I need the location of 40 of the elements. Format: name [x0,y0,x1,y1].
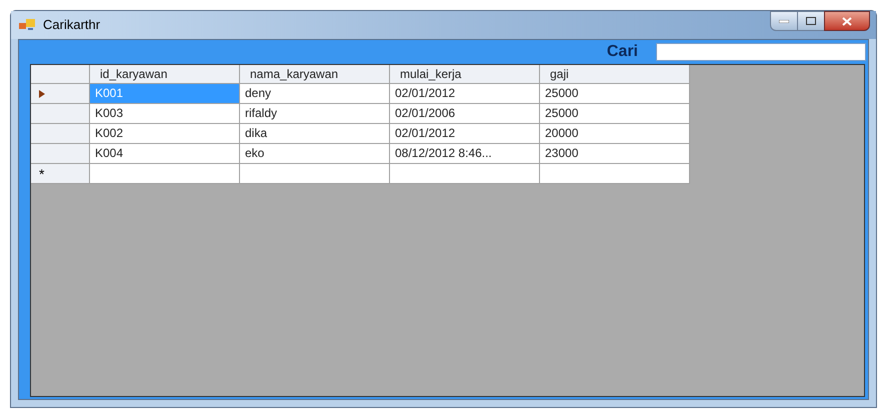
close-button[interactable] [824,11,870,31]
close-icon [842,16,852,26]
table-cell[interactable] [390,164,540,184]
current-row-icon [39,90,45,98]
minimize-button[interactable] [770,11,798,31]
table-cell[interactable] [90,164,240,184]
search-label: Cari [606,42,638,62]
table-cell[interactable]: 23000 [540,144,690,164]
column-header[interactable]: nama_karyawan [240,65,390,84]
table-cell[interactable]: 25000 [540,104,690,124]
table-cell[interactable]: K003 [90,104,240,124]
row-header[interactable] [31,124,90,144]
maximize-button[interactable] [798,11,824,31]
table-cell[interactable]: dika [240,124,390,144]
row-header[interactable] [31,144,90,164]
table-cell[interactable] [540,164,690,184]
window-title: Carikarthr [43,16,100,34]
table-cell[interactable]: 20000 [540,124,690,144]
row-header[interactable] [31,84,90,104]
table-cell[interactable]: 02/01/2012 [390,84,540,104]
table-cell[interactable]: 25000 [540,84,690,104]
table-cell[interactable]: K002 [90,124,240,144]
column-header[interactable]: gaji [540,65,690,84]
search-field[interactable] [656,43,866,61]
row-header[interactable]: * [31,164,90,184]
table-cell[interactable]: eko [240,144,390,164]
maximize-icon [806,17,816,25]
app-icon [19,19,35,31]
table-cell[interactable]: K004 [90,144,240,164]
table-cell[interactable]: rifaldy [240,104,390,124]
table-cell[interactable]: 02/01/2012 [390,124,540,144]
table-cell[interactable]: 08/12/2012 8:46... [390,144,540,164]
table-cell[interactable]: deny [240,84,390,104]
minimize-icon [779,20,789,22]
table-cell[interactable] [240,164,390,184]
row-header[interactable] [31,104,90,124]
column-header[interactable]: mulai_kerja [390,65,540,84]
column-header[interactable]: id_karyawan [90,65,240,84]
table-cell[interactable]: 02/01/2006 [390,104,540,124]
new-row-marker: * [39,166,44,180]
